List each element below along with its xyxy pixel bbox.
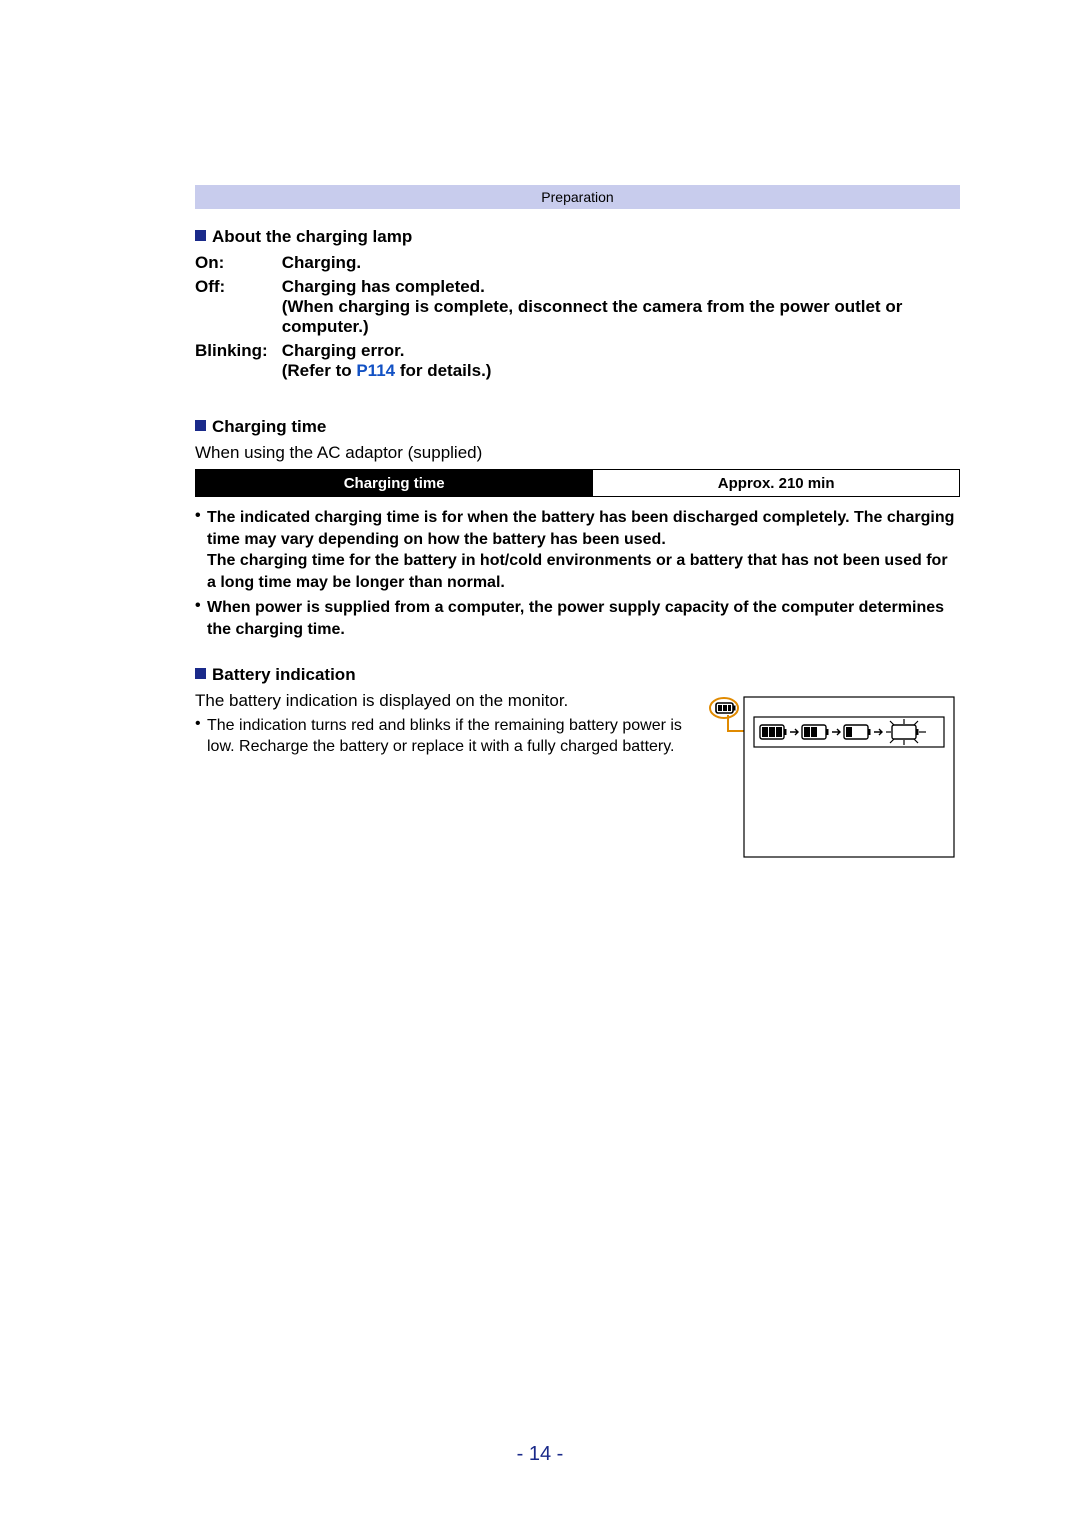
battery-indication-text: The battery indication is displayed on t…: [195, 691, 684, 711]
bullet-icon: •: [195, 507, 207, 593]
lamp-val: Charging error. (Refer to P114 for detai…: [282, 341, 960, 385]
heading-text: Battery indication: [212, 665, 356, 684]
lamp-val: Charging has completed. (When charging i…: [282, 277, 960, 341]
heading-charging-time: Charging time: [195, 417, 960, 437]
table-row: Blinking: Charging error. (Refer to P114…: [195, 341, 960, 385]
cross-ref-link[interactable]: P114: [356, 361, 395, 380]
square-bullet-icon: [195, 668, 206, 679]
heading-battery-indication: Battery indication: [195, 665, 960, 685]
battery-indication-text-col: The battery indication is displayed on t…: [195, 691, 684, 758]
charging-time-subtext: When using the AC adaptor (supplied): [195, 443, 960, 463]
list-item: • When power is supplied from a computer…: [195, 597, 960, 640]
lamp-text-post: for details.): [395, 361, 491, 380]
section-banner: Preparation: [195, 185, 960, 209]
heading-text: Charging time: [212, 417, 326, 436]
note-text: The indicated charging time is for when …: [207, 507, 960, 593]
ct-header: Charging time: [196, 470, 593, 497]
table-row: Charging time Approx. 210 min: [196, 470, 960, 497]
charging-lamp-table: On: Charging. Off: Charging has complete…: [195, 253, 960, 385]
battery-indication-row: The battery indication is displayed on t…: [195, 691, 960, 871]
charging-time-table: Charging time Approx. 210 min: [195, 469, 960, 497]
note-text: When power is supplied from a computer, …: [207, 597, 960, 640]
page-number: - 14 -: [0, 1443, 1080, 1466]
square-bullet-icon: [195, 420, 206, 431]
lamp-key: Off:: [195, 277, 282, 341]
battery-indication-figure: [700, 691, 960, 871]
battery-diagram-icon: [700, 691, 960, 866]
table-row: On: Charging.: [195, 253, 960, 277]
list-item: • The indicated charging time is for whe…: [195, 507, 960, 593]
heading-charging-lamp: About the charging lamp: [195, 227, 960, 247]
note-text: The indication turns red and blinks if t…: [207, 715, 684, 758]
bullet-icon: •: [195, 597, 207, 640]
table-row: Off: Charging has completed. (When charg…: [195, 277, 960, 341]
list-item: • The indication turns red and blinks if…: [195, 715, 684, 758]
square-bullet-icon: [195, 230, 206, 241]
ct-value: Approx. 210 min: [593, 470, 960, 497]
document-page: Preparation About the charging lamp On: …: [0, 0, 1080, 1526]
heading-text: About the charging lamp: [212, 227, 412, 246]
lamp-key: Blinking:: [195, 341, 282, 385]
bullet-icon: •: [195, 715, 207, 758]
lamp-key: On:: [195, 253, 282, 277]
lamp-val: Charging.: [282, 253, 960, 277]
charging-time-notes: • The indicated charging time is for whe…: [195, 507, 960, 641]
